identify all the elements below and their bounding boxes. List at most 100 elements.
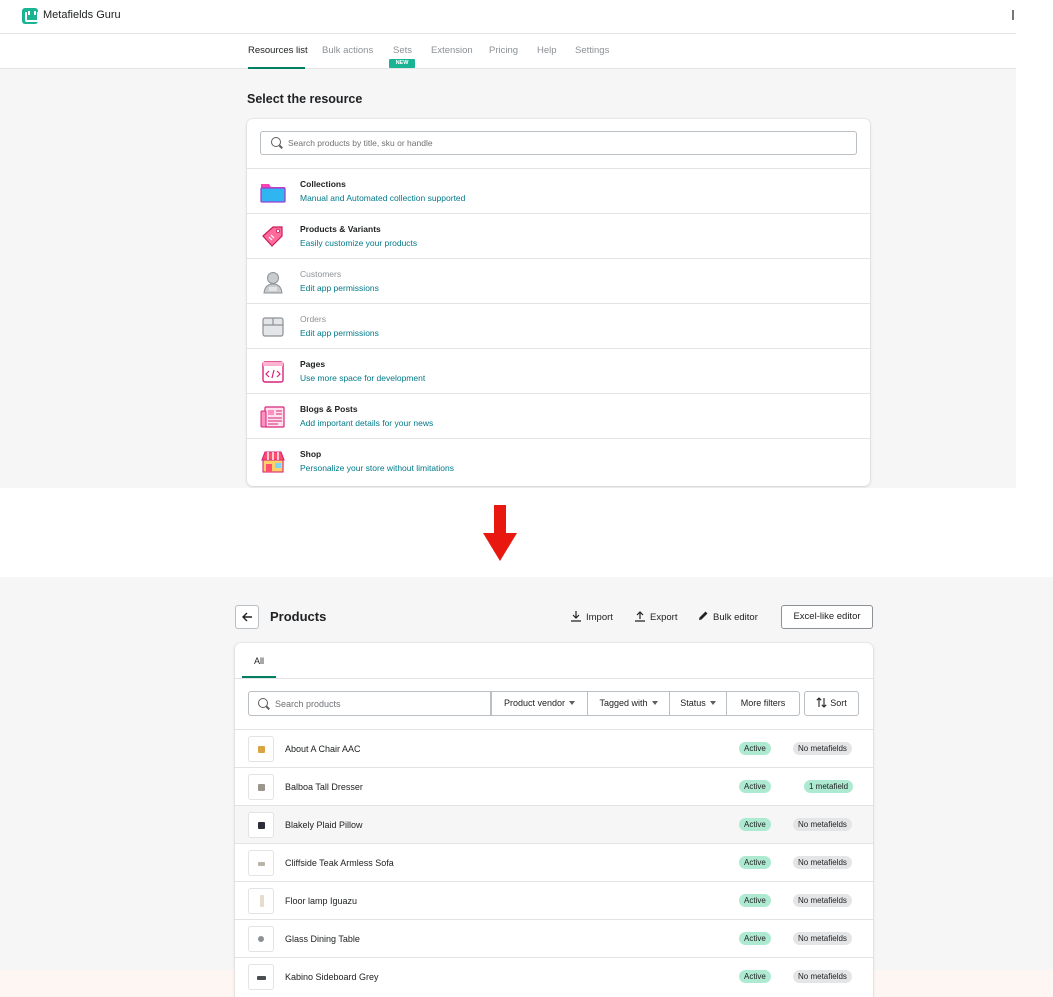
main-nav: Resources list Bulk actions Sets Extensi… bbox=[0, 34, 1016, 69]
header-edge-mark bbox=[1012, 10, 1014, 20]
sideboard-image-icon bbox=[257, 976, 266, 980]
product-vendor-filter[interactable]: Product vendor bbox=[491, 691, 588, 716]
arrow-down-icon bbox=[483, 505, 517, 561]
caret-down-icon bbox=[569, 701, 576, 705]
tab-resources-list[interactable]: Resources list bbox=[248, 45, 308, 56]
metafields-badge: No metafields bbox=[793, 894, 852, 907]
tab-help[interactable]: Help bbox=[537, 45, 557, 56]
product-row[interactable]: Floor lamp Iguazu Active No metafields bbox=[235, 881, 873, 919]
sort-button[interactable]: Sort bbox=[804, 691, 859, 716]
box-icon bbox=[262, 317, 284, 337]
tab-sets[interactable]: Sets bbox=[393, 45, 412, 56]
product-thumbnail bbox=[248, 774, 274, 800]
resource-item-pages[interactable]: Pages Use more space for development bbox=[247, 348, 870, 393]
code-page-icon bbox=[262, 361, 284, 383]
tab-extension[interactable]: Extension bbox=[431, 45, 473, 56]
status-badge: Active bbox=[739, 742, 771, 755]
tab-bulk-actions[interactable]: Bulk actions bbox=[322, 45, 373, 56]
status-badge: Active bbox=[739, 894, 771, 907]
status-filter[interactable]: Status bbox=[670, 691, 727, 716]
resource-search-input[interactable] bbox=[288, 135, 848, 151]
resource-item-orders[interactable]: Orders Edit app permissions bbox=[247, 303, 870, 348]
products-screen: Products Import Export Bulk editor Excel… bbox=[0, 577, 1053, 997]
product-row[interactable]: Blakely Plaid Pillow Active No metafield… bbox=[235, 805, 873, 843]
sort-icon bbox=[816, 697, 827, 708]
customer-icon bbox=[263, 272, 283, 294]
tab-settings[interactable]: Settings bbox=[575, 45, 609, 56]
status-badge: Active bbox=[739, 970, 771, 983]
resource-subtitle: Manual and Automated collection supporte… bbox=[300, 193, 466, 203]
filter-label: Product vendor bbox=[503, 698, 566, 708]
pillow-image-icon bbox=[258, 822, 265, 829]
product-row[interactable]: Cliffside Teak Armless Sofa Active No me… bbox=[235, 843, 873, 881]
product-name: Cliffside Teak Armless Sofa bbox=[285, 858, 394, 868]
new-badge: NEW bbox=[389, 59, 415, 68]
bulk-editor-button[interactable]: Bulk editor bbox=[697, 610, 758, 624]
export-button[interactable]: Export bbox=[634, 610, 677, 624]
resource-item-products[interactable]: Products & Variants Easily customize you… bbox=[247, 213, 870, 258]
resource-subtitle: Personalize your store without limitatio… bbox=[300, 463, 455, 473]
metafields-badge: No metafields bbox=[793, 742, 852, 755]
resource-item-shop[interactable]: Shop Personalize your store without limi… bbox=[247, 438, 870, 483]
filter-label: Tagged with bbox=[599, 698, 648, 708]
storefront-icon bbox=[261, 451, 285, 473]
resource-permissions-link[interactable]: Edit app permissions bbox=[300, 328, 379, 338]
resource-title: Blogs & Posts bbox=[300, 404, 358, 414]
bulk-editor-label: Bulk editor bbox=[713, 612, 758, 623]
product-thumbnail bbox=[248, 736, 274, 762]
tab-all[interactable]: All bbox=[242, 643, 276, 677]
product-row[interactable]: Glass Dining Table Active No metafields bbox=[235, 919, 873, 957]
resource-title: Pages bbox=[300, 359, 326, 369]
price-tag-icon bbox=[262, 226, 283, 247]
resource-item-blogs[interactable]: Blogs & Posts Add important details for … bbox=[247, 393, 870, 438]
dresser-image-icon bbox=[258, 784, 265, 791]
app-header: Metafields Guru bbox=[0, 0, 1016, 34]
lamp-image-icon bbox=[260, 895, 264, 907]
resource-title: Products & Variants bbox=[300, 224, 381, 234]
resource-subtitle: Use more space for development bbox=[300, 373, 426, 383]
product-row[interactable]: Kabino Sideboard Grey Active No metafiel… bbox=[235, 957, 873, 995]
product-thumbnail bbox=[248, 926, 274, 952]
search-icon bbox=[271, 137, 281, 147]
filter-bar: Product vendor Tagged with Status More f… bbox=[248, 691, 859, 716]
resource-subtitle: Easily customize your products bbox=[300, 238, 418, 248]
pencil-icon bbox=[699, 611, 708, 620]
active-tab-indicator bbox=[248, 67, 305, 69]
resource-search-field[interactable] bbox=[260, 131, 857, 155]
metafields-badge: No metafields bbox=[793, 856, 852, 869]
sofa-image-icon bbox=[258, 862, 265, 866]
more-filters-button[interactable]: More filters bbox=[727, 691, 800, 716]
products-card: All Product vendor Tagged with Status Mo… bbox=[235, 643, 873, 997]
product-thumbnail bbox=[248, 888, 274, 914]
product-search-field[interactable] bbox=[248, 691, 491, 716]
tab-pricing[interactable]: Pricing bbox=[489, 45, 518, 56]
metafields-badge: No metafields bbox=[793, 932, 852, 945]
product-thumbnail bbox=[248, 964, 274, 990]
product-name: Floor lamp Iguazu bbox=[285, 896, 358, 906]
resource-subtitle: Add important details for your news bbox=[300, 418, 434, 428]
resource-item-collections[interactable]: Collections Manual and Automated collect… bbox=[247, 168, 870, 213]
resource-permissions-link[interactable]: Edit app permissions bbox=[300, 283, 379, 293]
app-logo-icon bbox=[22, 8, 39, 24]
export-icon bbox=[635, 611, 645, 622]
tagged-with-filter[interactable]: Tagged with bbox=[588, 691, 670, 716]
folder-icon bbox=[260, 184, 286, 203]
import-icon bbox=[571, 611, 581, 622]
sort-label: Sort bbox=[830, 698, 847, 708]
product-row[interactable]: About A Chair AAC Active No metafields bbox=[235, 729, 873, 767]
product-name: Glass Dining Table bbox=[285, 934, 360, 944]
resource-card: Collections Manual and Automated collect… bbox=[247, 119, 870, 486]
resource-item-customers[interactable]: Customers Edit app permissions bbox=[247, 258, 870, 303]
resource-title: Orders bbox=[300, 314, 326, 324]
excel-like-editor-button[interactable]: Excel-like editor bbox=[781, 605, 873, 629]
metafields-badge: No metafields bbox=[793, 970, 852, 983]
status-badge: Active bbox=[739, 856, 771, 869]
filter-label: More filters bbox=[740, 698, 786, 708]
section-title: Select the resource bbox=[247, 92, 363, 106]
product-row[interactable]: Balboa Tall Dresser Active 1 metafield bbox=[235, 767, 873, 805]
product-thumbnail bbox=[248, 812, 274, 838]
back-button[interactable] bbox=[235, 605, 259, 629]
product-search-input[interactable] bbox=[275, 696, 485, 712]
newspaper-icon bbox=[260, 406, 285, 428]
import-button[interactable]: Import bbox=[570, 610, 613, 624]
